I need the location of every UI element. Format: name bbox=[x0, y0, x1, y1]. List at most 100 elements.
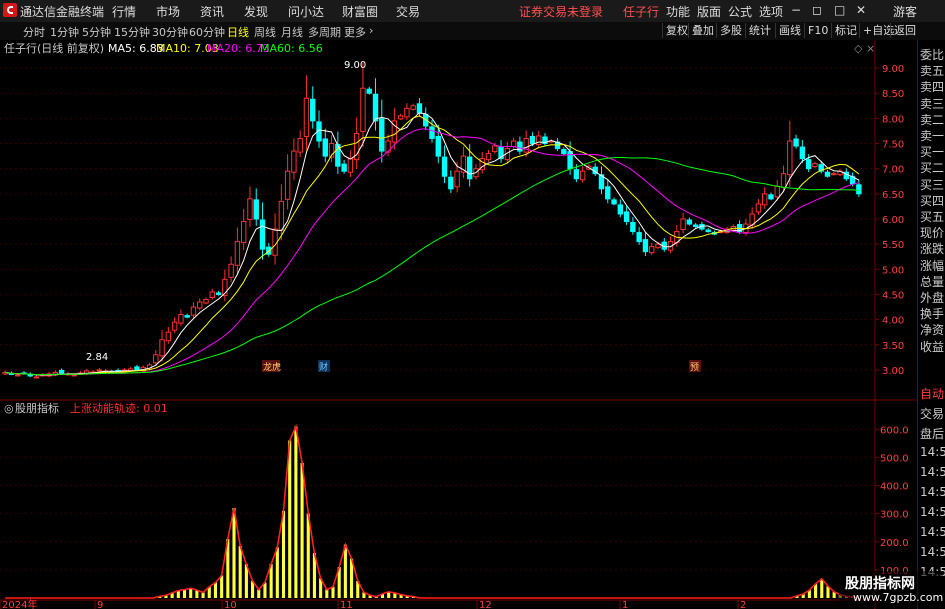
period-monthly[interactable]: 月线 bbox=[281, 24, 303, 40]
candle-up bbox=[410, 105, 416, 110]
main-axis-label: 8.00 bbox=[882, 114, 904, 125]
maximize-icon[interactable]: □ bbox=[834, 3, 845, 17]
period-60min[interactable]: 60分钟 bbox=[189, 24, 225, 40]
candle-up bbox=[579, 170, 586, 181]
tile-icon[interactable]: ◻ bbox=[812, 3, 822, 17]
quote-label: 净资 bbox=[920, 323, 945, 338]
chart-close-icon[interactable]: × bbox=[866, 42, 875, 55]
candle-up bbox=[492, 145, 498, 153]
sub-axis-label: 300.0 bbox=[880, 510, 909, 521]
multi-stock-button[interactable]: 多股 bbox=[716, 23, 745, 38]
auto-trade-label[interactable]: 自动 bbox=[920, 385, 944, 402]
candle-down bbox=[799, 146, 806, 160]
candle-up bbox=[297, 137, 303, 153]
period-30min[interactable]: 30分钟 bbox=[152, 24, 188, 40]
period-fenshi[interactable]: 分时 bbox=[23, 24, 45, 40]
candle-up bbox=[397, 115, 404, 120]
candle-down bbox=[529, 135, 536, 145]
event-tag-3-label: 预 bbox=[690, 362, 699, 373]
candle-down bbox=[617, 204, 624, 215]
candle-down bbox=[605, 186, 611, 200]
candle-up bbox=[165, 331, 172, 342]
period-15min[interactable]: 15分钟 bbox=[114, 24, 150, 40]
period-more[interactable]: 更多 bbox=[344, 24, 366, 40]
time-axis-label: 11 bbox=[340, 600, 353, 609]
period-multi[interactable]: 多周期 bbox=[308, 24, 341, 40]
login-status[interactable]: 证券交易未登录 bbox=[519, 3, 603, 20]
candle-up bbox=[762, 193, 768, 206]
menu-caifuquan[interactable]: 财富圈 bbox=[342, 3, 378, 20]
back-button[interactable]: 返回 bbox=[890, 23, 919, 38]
period-weekly[interactable]: 周线 bbox=[254, 24, 276, 40]
quote-label: 买三 bbox=[920, 177, 945, 192]
candle-down bbox=[768, 194, 774, 200]
quote-label: 买一 bbox=[920, 145, 945, 160]
candle-up bbox=[404, 107, 410, 118]
tick-time-label: 14:5 bbox=[920, 485, 945, 499]
time-axis-label: 9 bbox=[97, 600, 103, 609]
sub-axis-label: 600.0 bbox=[880, 425, 909, 436]
more-chevron-icon[interactable]: › bbox=[369, 24, 373, 37]
draw-line-button[interactable]: 画线 bbox=[775, 23, 804, 38]
overlay-button[interactable]: 叠加 bbox=[688, 23, 717, 38]
statistics-button[interactable]: 统计 bbox=[745, 23, 774, 38]
candle-down bbox=[856, 184, 862, 195]
main-axis-label: 7.50 bbox=[882, 140, 904, 151]
quote-side-panel: 委比 卖五 卖四 卖三 卖二 卖一 买一 买二 买三 买四 买五 现价 涨跌 涨幅 总量 外盘 换手 净资 收益 自动… bbox=[917, 40, 945, 609]
candle-down bbox=[435, 135, 441, 157]
quote-label: 涨跌 bbox=[920, 242, 945, 257]
sub-indicator-icon[interactable]: ◎ bbox=[4, 402, 14, 415]
main-axis-label: 3.00 bbox=[882, 366, 904, 377]
app-logo-icon bbox=[3, 3, 17, 17]
candle-up bbox=[347, 158, 354, 173]
tick-time-label: 14:5 bbox=[920, 525, 945, 539]
candle-down bbox=[611, 199, 617, 205]
menu-shichang[interactable]: 市场 bbox=[156, 3, 180, 20]
quote-label: 外盘 bbox=[920, 291, 945, 305]
kline-chart[interactable]: 2024年 9 10 11 12 1 2 9.008.508.007.507.006.506… bbox=[0, 40, 917, 609]
candle-up bbox=[247, 198, 253, 220]
candle-up bbox=[228, 263, 234, 278]
quote-label: 卖四 bbox=[920, 80, 945, 95]
period-1min[interactable]: 1分钟 bbox=[50, 24, 79, 40]
quote-label: 收益 bbox=[920, 339, 945, 354]
candle-down bbox=[561, 149, 567, 155]
candle-up bbox=[536, 135, 542, 146]
candle-up bbox=[153, 354, 159, 364]
close-icon[interactable]: ✕ bbox=[856, 3, 866, 17]
candle-up bbox=[190, 306, 197, 316]
low-price-marker: 2.84 bbox=[86, 352, 108, 363]
menu-banmian[interactable]: 版面 bbox=[697, 3, 721, 20]
chart-settings-icon[interactable]: ◇ bbox=[854, 42, 863, 55]
candle-down bbox=[310, 98, 316, 122]
watermark: 股朋指标网 www.7gpzb.com bbox=[839, 571, 943, 607]
sub-legend-title: 股朋指标 bbox=[15, 401, 59, 415]
fuquan-button[interactable]: 复权 bbox=[662, 23, 691, 38]
main-axis-label: 4.00 bbox=[882, 316, 904, 327]
time-axis-label: 2024年 bbox=[2, 598, 37, 609]
menu-faxian[interactable]: 发现 bbox=[244, 3, 268, 20]
minimize-icon[interactable]: − bbox=[791, 3, 801, 17]
main-axis-label: 3.50 bbox=[882, 341, 904, 352]
candle-down bbox=[58, 369, 65, 374]
menu-gongneng[interactable]: 功能 bbox=[666, 3, 690, 20]
period-5min[interactable]: 5分钟 bbox=[82, 24, 111, 40]
menu-wenxiaoda[interactable]: 问小达 bbox=[288, 3, 324, 20]
watermark-title: 股朋指标网 bbox=[845, 576, 915, 592]
event-tag-1-label: 龙虎 bbox=[263, 361, 281, 373]
menu-gongshi[interactable]: 公式 bbox=[728, 3, 752, 20]
menu-jiaoyi[interactable]: 交易 bbox=[396, 3, 420, 20]
quote-label: 买二 bbox=[920, 161, 945, 176]
main-axis-label: 8.50 bbox=[882, 89, 904, 100]
f10-button[interactable]: F10 bbox=[804, 23, 831, 38]
watermark-url: www.7gpzb.com bbox=[853, 591, 944, 604]
candle-up bbox=[159, 339, 165, 357]
menu-xuanxiang[interactable]: 选项 bbox=[759, 3, 783, 20]
menu-hangqing[interactable]: 行情 bbox=[112, 3, 136, 20]
mark-button[interactable]: 标记 bbox=[831, 23, 860, 38]
current-stock: 任子行 bbox=[623, 5, 660, 19]
candle-down bbox=[642, 239, 649, 253]
period-daily[interactable]: 日线 bbox=[227, 24, 249, 40]
menu-zixun[interactable]: 资讯 bbox=[200, 3, 224, 20]
user-label[interactable]: 游客 bbox=[893, 3, 917, 20]
